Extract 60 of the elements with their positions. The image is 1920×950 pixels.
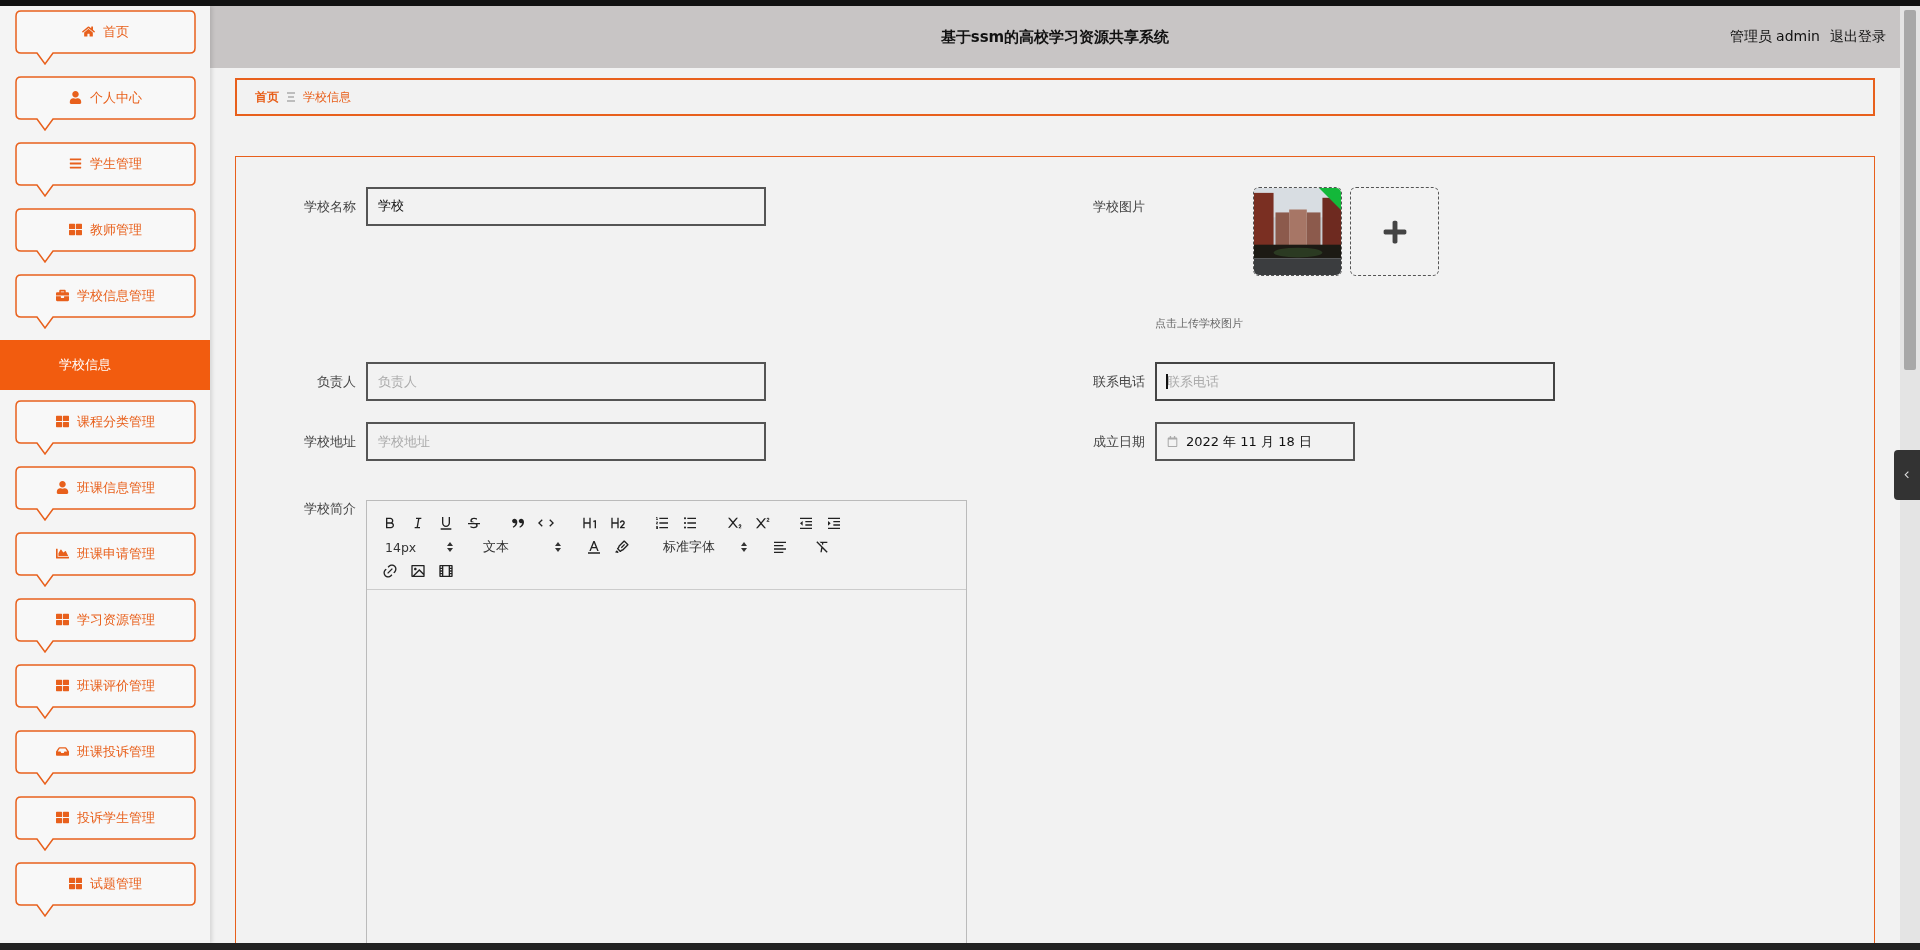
sidebar-item[interactable]: 课程分类管理 — [15, 400, 196, 456]
grid-icon — [69, 223, 82, 236]
grid-icon — [69, 877, 82, 890]
scrollbar[interactable] — [1900, 6, 1920, 943]
plus-icon — [1381, 218, 1408, 245]
school-name-field[interactable]: 学校 — [366, 187, 766, 226]
sidebar-item[interactable]: 个人中心 — [15, 76, 196, 132]
breadcrumb-link[interactable]: 首页 — [255, 88, 279, 106]
chart-icon — [56, 547, 69, 560]
list-icon — [69, 157, 82, 170]
format-picker[interactable]: 文本 — [477, 537, 567, 557]
up-down-icon — [741, 542, 747, 552]
scrollbar-thumb[interactable] — [1904, 10, 1916, 370]
sidebar-item[interactable]: 学生管理 — [15, 142, 196, 198]
up-down-icon — [555, 542, 561, 552]
sidebar-subitem[interactable]: 学校信息 — [0, 340, 210, 390]
date-value: 2022 年 11 月 18 日 — [1186, 432, 1312, 451]
separator-icon — [287, 92, 295, 102]
upload-hint: 点击上传学校图片 — [1155, 316, 1244, 331]
font-picker[interactable]: 标准字体 — [657, 537, 753, 557]
field-label: 学校简介 — [303, 500, 357, 518]
grid-icon — [56, 811, 69, 824]
corner-flag-icon — [1319, 188, 1341, 210]
up-down-icon — [447, 542, 453, 552]
field-label: 学校地址 — [303, 433, 357, 451]
user-icon — [56, 481, 69, 494]
calendar-icon — [1167, 436, 1178, 447]
sidebar-item[interactable]: 班课信息管理 — [15, 466, 196, 522]
tray-icon — [56, 745, 69, 758]
logout-link[interactable]: 退出登录 — [1830, 28, 1886, 46]
manager-field[interactable]: 负责人 — [366, 362, 766, 401]
user-label: 管理员 admin — [1729, 28, 1820, 46]
sidebar-item[interactable]: 教师管理 — [15, 208, 196, 264]
briefcase-icon — [56, 289, 69, 302]
sidebar-item[interactable]: 试题管理 — [15, 862, 196, 918]
sidebar-item[interactable]: 学校信息管理 — [15, 274, 196, 330]
grid-icon — [56, 679, 69, 692]
sidebar-item[interactable]: 班课评价管理 — [15, 664, 196, 720]
field-label: 学校名称 — [303, 198, 357, 216]
text-caret — [1166, 374, 1168, 389]
sidebar-item[interactable]: 学习资源管理 — [15, 598, 196, 654]
user-icon — [69, 91, 82, 104]
upload-button[interactable] — [1350, 187, 1439, 276]
address-field[interactable]: 学校地址 — [366, 422, 766, 461]
home-icon — [82, 25, 95, 38]
field-label: 联系电话 — [1092, 373, 1146, 391]
app-title: 基于ssm的高校学习资源共享系统 — [940, 27, 1170, 47]
field-label: 负责人 — [316, 373, 357, 391]
phone-field[interactable]: 联系电话 — [1155, 362, 1555, 401]
field-label: 成立日期 — [1092, 433, 1146, 451]
size-picker[interactable]: 14px — [379, 537, 459, 557]
sidebar-item[interactable]: 班课申请管理 — [15, 532, 196, 588]
date-field[interactable]: 2022 年 11 月 18 日 — [1155, 422, 1355, 461]
grid-icon — [56, 613, 69, 626]
grid-icon — [56, 415, 69, 428]
sidebar-item[interactable]: 首页 — [15, 10, 196, 66]
sidebar-item[interactable]: 投诉学生管理 — [15, 796, 196, 852]
sidebar-item[interactable]: 班课投诉管理 — [15, 730, 196, 786]
breadcrumb-link[interactable]: 学校信息 — [303, 88, 351, 106]
field-label: 学校图片 — [1092, 198, 1146, 216]
